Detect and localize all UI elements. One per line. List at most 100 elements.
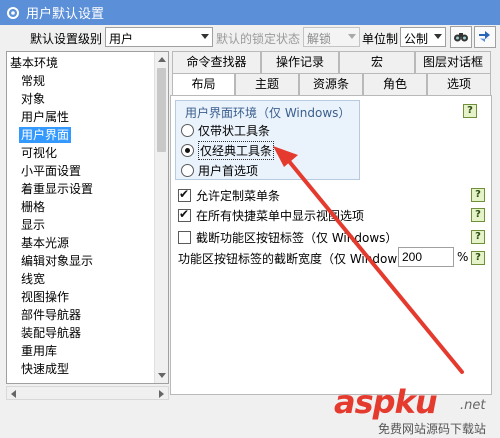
tab-options[interactable]: 选项 bbox=[427, 73, 491, 95]
tree-item-label: 重用库 bbox=[21, 344, 58, 358]
checkbox-checked[interactable] bbox=[178, 207, 191, 222]
tree-item-label: 基本环境 bbox=[10, 56, 59, 70]
percent-unit: % bbox=[457, 250, 469, 264]
tree-item[interactable]: 可视化 bbox=[7, 144, 155, 162]
tree-item[interactable]: 视图操作 bbox=[7, 288, 155, 306]
scroll-up-icon[interactable] bbox=[158, 57, 166, 62]
chevron-down-icon bbox=[348, 34, 356, 39]
checkbox-label: 在所有快捷菜单中显示视图选项 bbox=[196, 209, 365, 223]
radio-button[interactable] bbox=[181, 124, 194, 137]
watermark-logo: aspku bbox=[334, 383, 438, 421]
tree-item[interactable]: 着重显示设置 bbox=[7, 180, 155, 198]
radio-classic-only[interactable]: 仅经典工具条 bbox=[181, 141, 275, 160]
check-truncate-labels[interactable]: 截断功能区按钮标签（仅 Windows） bbox=[178, 229, 397, 246]
level-select[interactable]: 用户 bbox=[105, 27, 213, 47]
lock-select-value: 解锁 bbox=[307, 32, 332, 46]
tree-item-label: 编辑对象显示 bbox=[21, 254, 94, 268]
tab-layout[interactable]: 布局 bbox=[172, 73, 235, 96]
scroll-down-icon[interactable] bbox=[158, 373, 166, 378]
check-customize-menubar[interactable]: 允许定制菜单条 bbox=[178, 187, 280, 204]
tab-row-top: 命令查找器 操作记录 宏 图层对话框 bbox=[172, 51, 491, 73]
binoculars-icon bbox=[454, 33, 468, 42]
tree-item-label: 可视化 bbox=[21, 146, 58, 160]
tab-operation-log[interactable]: 操作记录 bbox=[261, 51, 339, 73]
help-icon[interactable]: ? bbox=[471, 230, 485, 244]
truncate-width-input[interactable] bbox=[398, 247, 454, 267]
tree-item[interactable]: 对象 bbox=[7, 90, 155, 108]
settings-icon bbox=[6, 6, 20, 20]
tree-item[interactable]: 装配导航器 bbox=[7, 324, 155, 342]
tab-macro[interactable]: 宏 bbox=[339, 51, 415, 73]
unit-label: 单位制 bbox=[362, 32, 399, 46]
tree-item-label: 视图操作 bbox=[21, 290, 70, 304]
radio-label: 仅带状工具条 bbox=[198, 124, 271, 138]
scroll-right-icon[interactable] bbox=[159, 390, 164, 398]
check-view-options[interactable]: 在所有快捷菜单中显示视图选项 bbox=[178, 207, 364, 224]
tab-resource-bar[interactable]: 资源条 bbox=[299, 73, 363, 95]
title-bar: 用户默认设置 bbox=[0, 0, 500, 25]
tab-layer-dialog[interactable]: 图层对话框 bbox=[415, 51, 491, 73]
tree-item[interactable]: 编辑对象显示 bbox=[7, 252, 155, 270]
toolbar: 默认设置级别 用户 默认的锁定状态 解锁 单位制 公制 bbox=[0, 25, 500, 49]
tree-item-label: 线宽 bbox=[21, 272, 46, 286]
tree-item-label: 对象 bbox=[21, 92, 46, 106]
tree-item[interactable]: 基本光源 bbox=[7, 234, 155, 252]
help-icon[interactable]: ? bbox=[463, 104, 477, 118]
help-icon[interactable]: ? bbox=[471, 208, 485, 222]
level-select-value: 用户 bbox=[109, 32, 134, 46]
window-title: 用户默认设置 bbox=[26, 7, 105, 22]
tree-item-label: 基本光源 bbox=[21, 236, 70, 250]
scroll-left-icon[interactable] bbox=[11, 390, 16, 398]
unit-select-value: 公制 bbox=[404, 32, 429, 46]
tree-item-label: 用户界面 bbox=[19, 127, 72, 143]
radio-button[interactable] bbox=[181, 164, 194, 177]
checkbox-label: 允许定制菜单条 bbox=[196, 189, 281, 203]
tree-item[interactable]: 常规 bbox=[7, 72, 155, 90]
tree-item[interactable]: 显示 bbox=[7, 216, 155, 234]
help-icon[interactable]: ? bbox=[471, 251, 485, 265]
tree-item[interactable]: 基本环境 bbox=[7, 54, 155, 72]
tree-item[interactable]: 线宽 bbox=[7, 270, 155, 288]
tab-command-finder[interactable]: 命令查找器 bbox=[172, 51, 261, 73]
find-default-button[interactable] bbox=[450, 26, 472, 48]
lock-label: 默认的锁定状态 bbox=[216, 32, 301, 46]
category-tree[interactable]: 基本环境常规对象用户属性用户界面可视化小平面设置着重显示设置 栅格显示基本光源编辑… bbox=[6, 51, 169, 384]
chevron-down-icon bbox=[201, 34, 209, 39]
radio-ribbon-only[interactable]: 仅带状工具条 bbox=[181, 122, 270, 139]
tree-item[interactable]: 部件导航器 bbox=[7, 306, 155, 324]
help-icon[interactable]: ? bbox=[471, 188, 485, 202]
tree-item-label: 常规 bbox=[21, 74, 46, 88]
ui-environment-title: 用户界面环境（仅 Windows） bbox=[185, 106, 351, 120]
checkbox-checked[interactable] bbox=[178, 187, 191, 202]
manage-defaults-button[interactable] bbox=[474, 26, 496, 48]
tree-horizontal-scrollbar[interactable] bbox=[6, 386, 169, 400]
tree-item[interactable]: 栅格 bbox=[7, 198, 155, 216]
watermark-suffix: .net bbox=[460, 398, 486, 413]
tab-role[interactable]: 角色 bbox=[363, 73, 427, 95]
scroll-thumb[interactable] bbox=[157, 68, 166, 152]
radio-button-selected[interactable] bbox=[181, 144, 194, 157]
unit-select[interactable]: 公制 bbox=[400, 27, 446, 47]
checkbox-label: 截断功能区按钮标签（仅 Windows） bbox=[196, 231, 398, 245]
tree-item[interactable]: 用户属性 bbox=[7, 108, 155, 126]
radio-label: 仅经典工具条 bbox=[198, 141, 275, 160]
tree-item-label: 栅格 bbox=[21, 200, 46, 214]
lock-select: 解锁 bbox=[303, 27, 360, 47]
radio-label: 用户首选项 bbox=[198, 164, 259, 178]
tree-item-label: 快速成型 bbox=[21, 362, 70, 376]
checkbox[interactable] bbox=[178, 231, 191, 244]
tree-item[interactable]: 快速成型 bbox=[7, 360, 155, 378]
tree-item-label: 用户属性 bbox=[21, 110, 70, 124]
radio-user-preference[interactable]: 用户首选项 bbox=[181, 162, 258, 179]
watermark-subtitle: 免费网站源码下载站 bbox=[378, 422, 487, 436]
tab-theme[interactable]: 主题 bbox=[235, 73, 299, 95]
tree-item[interactable]: 用户界面 bbox=[7, 126, 155, 144]
tree-item-label: 着重显示设置 bbox=[21, 182, 94, 196]
tree-item[interactable]: 重用库 bbox=[7, 342, 155, 360]
tree-item[interactable]: 小平面设置 bbox=[7, 162, 155, 180]
tree-item-label: 部件导航器 bbox=[21, 308, 82, 322]
tree-vertical-scrollbar[interactable] bbox=[154, 52, 168, 383]
tab-row-bottom: 布局 主题 资源条 角色 选项 bbox=[172, 73, 491, 96]
level-label: 默认设置级别 bbox=[30, 32, 103, 46]
chevron-down-icon bbox=[434, 34, 442, 39]
